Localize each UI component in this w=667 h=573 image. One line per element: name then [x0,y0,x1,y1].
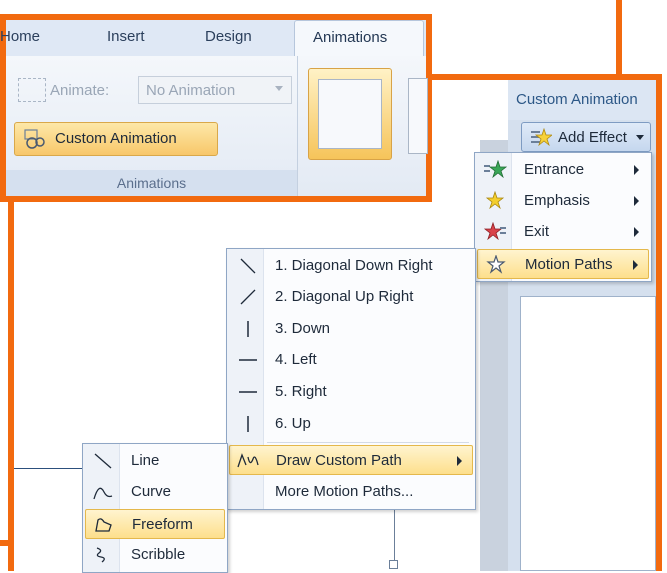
menu-item-label: 4. Left [275,351,317,368]
custom-path-menu: Line Curve Freeform Scribble [82,443,228,573]
submenu-arrow-icon [634,196,639,206]
scribble-tool-icon [96,547,105,563]
custom-animation-icon [24,129,45,149]
menu-item-left[interactable]: 4. Left [229,345,473,375]
green-star-icon [484,160,507,179]
menu-item-diagonal-down-right[interactable]: 1. Diagonal Down Right [229,251,473,281]
menu-item-label: Emphasis [524,192,590,209]
horizontal-line-icon [239,391,257,393]
menu-item-label: 3. Down [275,320,331,337]
menu-item-diagonal-up-right[interactable]: 2. Diagonal Up Right [229,282,473,312]
chevron-down-icon [275,86,283,91]
custom-animation-button[interactable]: Custom Animation [14,122,218,156]
submenu-arrow-icon [457,456,462,466]
menu-item-entrance[interactable]: Entrance [477,155,649,185]
menu-item-motion-paths[interactable]: Motion Paths [477,249,649,279]
animate-dropdown[interactable]: No Animation [138,76,292,104]
transition-thumbnail[interactable] [308,68,392,160]
submenu-arrow-icon [633,260,638,270]
freeform-tool-icon [95,518,112,532]
group-label: Animations [6,170,297,196]
menu-item-up[interactable]: 6. Up [229,409,473,439]
menu-item-label: Entrance [524,161,585,178]
animate-dropdown-value: No Animation [146,82,236,99]
menu-item-emphasis[interactable]: Emphasis [477,186,649,216]
animations-group: Animate: No Animation Custom Animation A… [6,56,298,196]
menu-item-curve[interactable]: Curve [85,477,225,507]
curve-tool-icon [93,487,113,500]
menu-item-label: Scribble [131,546,186,563]
slide-connector-line [14,468,84,469]
tab-animations[interactable]: Animations [294,20,424,58]
frame-edge [616,0,622,80]
menu-item-label: Line [131,452,160,469]
menu-separator [267,442,469,443]
tab-design[interactable]: Design [205,28,252,45]
custom-animation-label: Custom Animation [55,130,177,147]
menu-item-label: 2. Diagonal Up Right [275,288,414,305]
red-star-icon [483,222,506,241]
add-effect-button[interactable]: Add Effect [521,122,651,152]
menu-item-label: Exit [524,223,550,240]
menu-item-label: Freeform [132,516,193,533]
diagonal-down-line-icon [240,258,256,274]
menu-item-label: 5. Right [275,383,327,400]
motion-path-guide [394,508,395,562]
task-pane-title: Custom Animation [508,80,656,120]
add-effect-menu: Entrance Emphasis Exit Motion Paths [474,152,652,282]
ribbon-tabs: Home Insert Design Animations [0,20,426,58]
menu-item-right[interactable]: 5. Right [229,377,473,407]
submenu-arrow-icon [634,165,639,175]
tab-insert[interactable]: Insert [107,28,145,45]
menu-item-scribble[interactable]: Scribble [85,540,225,570]
add-effect-label: Add Effect [558,129,627,146]
menu-item-freeform[interactable]: Freeform [85,509,225,539]
menu-item-down[interactable]: 3. Down [229,314,473,344]
frame-edge [0,540,14,546]
horizontal-line-icon [239,359,257,361]
chevron-down-icon [636,135,644,140]
line-tool-icon [94,453,112,469]
custom-path-icon [237,453,259,468]
menu-item-label: Motion Paths [525,256,613,273]
menu-item-draw-custom-path[interactable]: Draw Custom Path [229,445,473,475]
animate-label: Animate: [50,82,110,99]
add-effect-star-icon [531,128,552,147]
motion-paths-menu: 1. Diagonal Down Right 2. Diagonal Up Ri… [226,248,476,510]
transition-thumbnail-partial[interactable] [408,78,428,154]
animation-list[interactable] [520,296,656,571]
outline-star-icon [486,255,506,274]
menu-item-line[interactable]: Line [85,446,225,476]
diagonal-up-line-icon [240,289,256,305]
vertical-line-icon [247,416,249,432]
menu-item-label: 1. Diagonal Down Right [275,257,433,274]
menu-item-label: Curve [131,483,172,500]
animate-icon [18,78,46,102]
vertical-line-icon [247,321,249,337]
transition-gallery [298,56,428,196]
resize-handle[interactable] [389,560,398,569]
menu-item-label: Draw Custom Path [276,452,402,469]
menu-item-exit[interactable]: Exit [477,217,649,247]
menu-item-label: More Motion Paths... [275,483,414,500]
submenu-arrow-icon [634,227,639,237]
menu-item-label: 6. Up [275,415,311,432]
yellow-star-icon [485,191,505,210]
tab-home[interactable]: Home [0,28,40,45]
menu-item-more-motion-paths[interactable]: More Motion Paths... [229,477,473,507]
